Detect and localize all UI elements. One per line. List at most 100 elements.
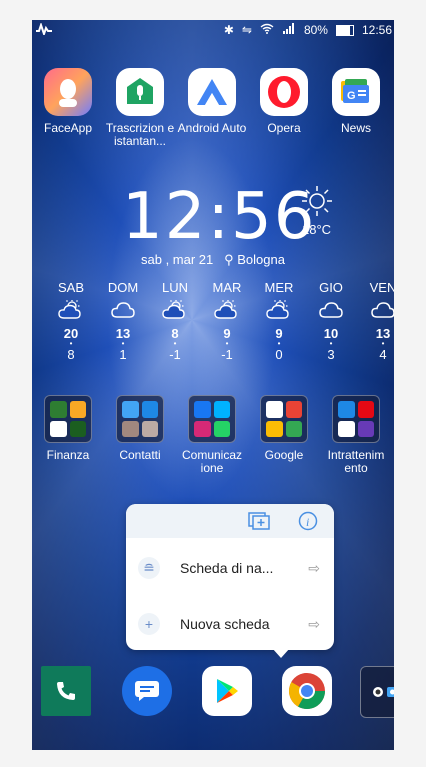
phone-icon xyxy=(57,682,75,700)
shortcut-incognito-tab[interactable]: ≘ Scheda di na... ⇨ xyxy=(126,548,334,588)
forecast-low: 1 xyxy=(119,347,127,362)
app-label: Android Auto xyxy=(177,121,247,135)
dock-folder[interactable] xyxy=(360,666,394,718)
battery-icon xyxy=(335,24,354,36)
app-trascrizione[interactable]: Trascrizion e istantan... xyxy=(104,68,176,148)
app-label: Opera xyxy=(267,121,301,135)
sync-icon: ⇋ xyxy=(241,23,252,37)
forecast-low: 8 xyxy=(67,347,75,362)
forecast-day-name: VEN xyxy=(369,280,394,295)
forecast-day: SAB 20 • 8 xyxy=(46,280,96,362)
folder-comunicazione[interactable]: Comunicaz ione xyxy=(176,395,248,475)
transcribe-icon xyxy=(116,68,164,116)
home-screen: ✱ ⇋ 80% 12:56 FaceApp Trascrizion e ista… xyxy=(32,20,394,750)
status-bar: ✱ ⇋ 80% 12:56 xyxy=(32,20,394,42)
plus-icon: + xyxy=(138,613,160,635)
cloud-sun-icon xyxy=(46,298,96,322)
app-opera[interactable]: Opera xyxy=(248,68,320,135)
news-icon: G xyxy=(332,68,380,116)
info-icon[interactable]: i xyxy=(298,511,318,536)
folder-icon xyxy=(116,395,164,443)
cloud-icon xyxy=(306,298,356,322)
folder-label: Google xyxy=(264,448,304,462)
incognito-icon: ≘ xyxy=(138,557,160,579)
folder-finanza[interactable]: Finanza xyxy=(32,395,104,462)
clock-time[interactable]: 12:56 xyxy=(122,180,316,254)
cloud-sun-icon xyxy=(202,298,252,322)
forecast-day: VEN 13 • 4 xyxy=(358,280,394,362)
messages-app[interactable] xyxy=(122,666,172,716)
shortcut-label: Scheda di na... xyxy=(180,560,274,576)
folder-label: Comunicaz ione xyxy=(181,448,243,475)
wifi-icon xyxy=(260,23,274,37)
forecast-low: -1 xyxy=(169,347,181,362)
camera-icon xyxy=(373,687,394,697)
app-faceapp[interactable]: FaceApp xyxy=(32,68,104,135)
bluetooth-icon: ✱ xyxy=(223,23,234,37)
folder-label: Finanza xyxy=(46,448,90,462)
forecast-day: MAR 9 • -1 xyxy=(202,280,252,362)
popup-header: i xyxy=(126,504,334,538)
opera-icon xyxy=(260,68,308,116)
forecast-low: -1 xyxy=(221,347,233,362)
forecast-day: GIO 10 • 3 xyxy=(306,280,356,362)
folder-contatti[interactable]: Contatti xyxy=(104,395,176,462)
svg-text:i: i xyxy=(306,515,309,529)
date-location[interactable]: sab , mar 21 ⚲ Bologna xyxy=(32,252,394,268)
battery-percent: 80% xyxy=(303,23,328,37)
play-store-app[interactable] xyxy=(202,666,252,716)
location-pin-icon: ⚲ xyxy=(216,252,234,267)
forecast-high: 13 xyxy=(375,326,391,341)
activity-icon xyxy=(36,21,52,38)
pin-shortcut-icon[interactable]: ⇨ xyxy=(308,560,320,577)
signal-icon xyxy=(282,23,296,37)
message-icon xyxy=(135,681,159,701)
cloud-sun-icon xyxy=(150,298,200,322)
folder-intrattenimento[interactable]: Intrattenim ento xyxy=(320,395,392,475)
app-label: Trascrizion e istantan... xyxy=(105,121,175,148)
forecast-day-name: MAR xyxy=(212,280,242,295)
folder-google[interactable]: Google xyxy=(248,395,320,462)
screenshot-frame: ✱ ⇋ 80% 12:56 FaceApp Trascrizion e ista… xyxy=(0,0,426,767)
forecast-day-name: LUN xyxy=(161,280,188,295)
svg-text:G: G xyxy=(347,90,356,102)
status-time: 12:56 xyxy=(361,23,392,37)
app-news[interactable]: G News xyxy=(320,68,392,135)
cloud-sun-icon xyxy=(254,298,304,322)
chrome-icon xyxy=(288,673,325,710)
app-android-auto[interactable]: Android Auto xyxy=(176,68,248,135)
app-label: FaceApp xyxy=(43,121,93,135)
forecast-day-name: GIO xyxy=(319,280,343,295)
forecast-low: 4 xyxy=(379,347,387,362)
folder-icon xyxy=(260,395,308,443)
forecast-day: MER 9 • 0 xyxy=(254,280,304,362)
sun-icon xyxy=(300,184,334,223)
play-store-icon xyxy=(217,679,238,703)
folder-icon xyxy=(188,395,236,443)
folder-icon xyxy=(44,395,92,443)
cloud-icon xyxy=(98,298,148,322)
forecast-day-name: MER xyxy=(264,280,294,295)
folder-icon xyxy=(332,395,380,443)
widgets-icon[interactable] xyxy=(248,512,270,535)
shortcut-new-tab[interactable]: + Nuova scheda ⇨ xyxy=(126,604,334,644)
app-shortcuts-popup: i ≘ Scheda di na... ⇨ + Nuova scheda ⇨ xyxy=(126,504,334,650)
phone-app[interactable] xyxy=(41,666,91,716)
folder-label: Contatti xyxy=(119,448,161,462)
location-text: Bologna xyxy=(237,252,285,267)
forecast-day: DOM 13 • 1 xyxy=(98,280,148,362)
shortcut-label: Nuova scheda xyxy=(180,616,270,632)
forecast-day-name: SAB xyxy=(57,280,84,295)
temperature: 18°C xyxy=(302,222,332,237)
date-text: sab , mar 21 xyxy=(141,252,214,267)
forecast-day-name: DOM xyxy=(107,280,139,295)
pin-shortcut-icon[interactable]: ⇨ xyxy=(308,616,320,633)
forecast-low: 0 xyxy=(275,347,283,362)
app-label: News xyxy=(340,121,371,135)
android-auto-icon xyxy=(188,68,236,116)
chrome-app[interactable] xyxy=(282,666,332,716)
cloud-icon xyxy=(358,298,394,322)
forecast-day: LUN 8 • -1 xyxy=(150,280,200,362)
forecast-low: 3 xyxy=(327,347,335,362)
folder-label: Intrattenim ento xyxy=(327,448,385,475)
